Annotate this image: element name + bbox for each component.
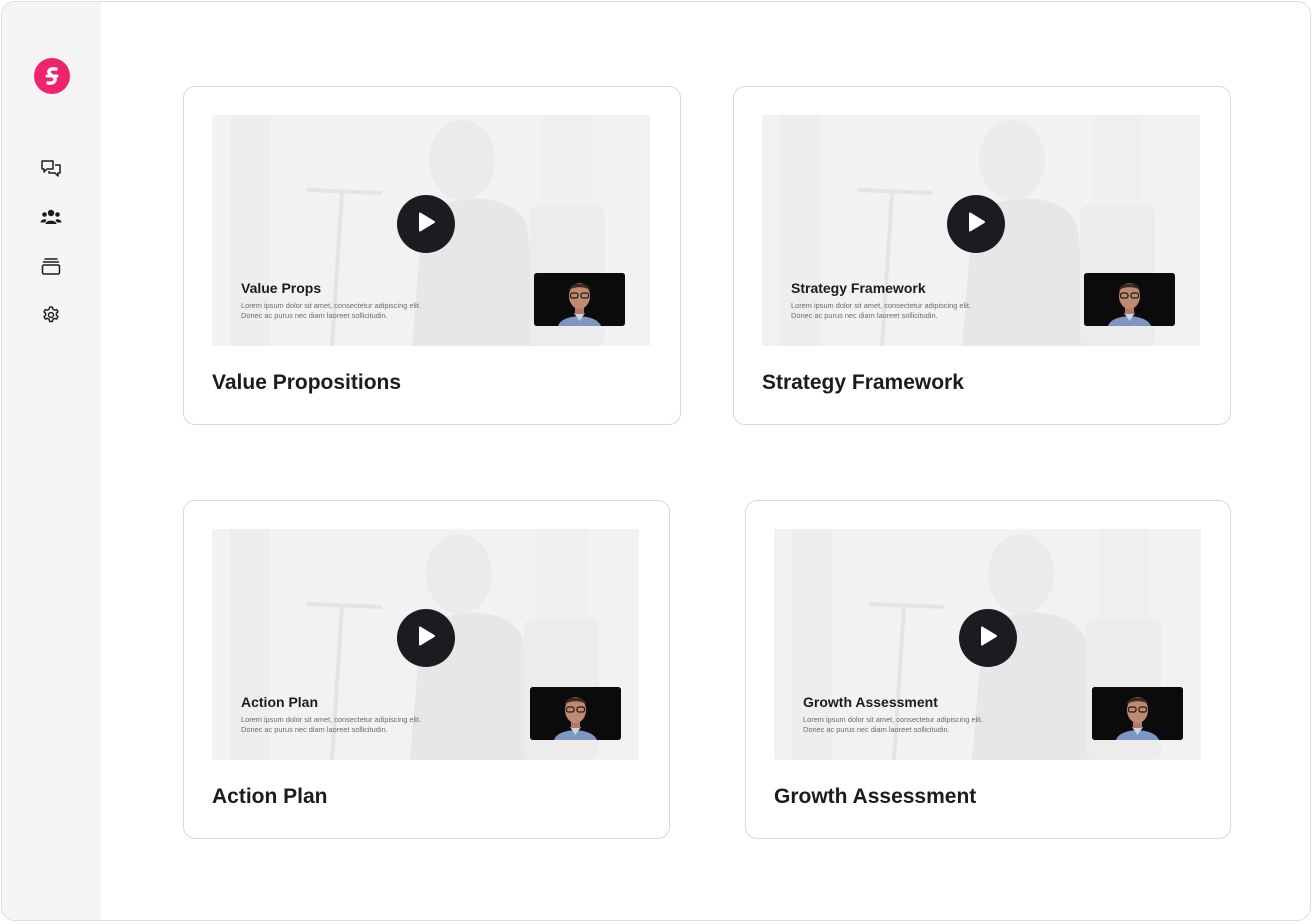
nav-item-chats[interactable] bbox=[39, 159, 63, 183]
play-icon bbox=[966, 211, 986, 238]
play-icon bbox=[416, 211, 436, 238]
video-card[interactable]: Value Props Lorem ipsum dolor sit amet, … bbox=[183, 86, 681, 425]
card-title[interactable]: Strategy Framework bbox=[762, 371, 964, 395]
gear-icon bbox=[41, 305, 61, 330]
card-title[interactable]: Value Propositions bbox=[212, 371, 401, 395]
presenter-video bbox=[534, 273, 625, 326]
stack-icon bbox=[41, 256, 61, 281]
play-icon bbox=[416, 625, 436, 652]
thumbnail-description: Lorem ipsum dolor sit amet, consectetur … bbox=[241, 301, 421, 320]
chat-icon bbox=[40, 159, 62, 184]
thumbnail-title: Strategy Framework bbox=[791, 280, 926, 296]
play-button[interactable] bbox=[397, 609, 455, 667]
card-title[interactable]: Growth Assessment bbox=[774, 785, 976, 809]
play-button[interactable] bbox=[397, 195, 455, 253]
presenter-video bbox=[530, 687, 621, 740]
thumbnail-title: Value Props bbox=[241, 280, 322, 296]
users-icon bbox=[40, 208, 62, 231]
nav-item-people[interactable] bbox=[39, 207, 63, 231]
thumbnail-description: Lorem ipsum dolor sit amet, consectetur … bbox=[241, 715, 421, 734]
thumbnail-description: Lorem ipsum dolor sit amet, consectetur … bbox=[803, 715, 983, 734]
nav-item-settings[interactable] bbox=[39, 305, 63, 329]
card-title[interactable]: Action Plan bbox=[212, 785, 328, 809]
video-card[interactable]: Strategy Framework Lorem ipsum dolor sit… bbox=[733, 86, 1231, 425]
video-thumbnail[interactable]: Strategy Framework Lorem ipsum dolor sit… bbox=[762, 115, 1200, 346]
presenter-video bbox=[1092, 687, 1183, 740]
presenter-video bbox=[1084, 273, 1175, 326]
play-button[interactable] bbox=[959, 609, 1017, 667]
thumbnail-description: Lorem ipsum dolor sit amet, consectetur … bbox=[791, 301, 971, 320]
play-button[interactable] bbox=[947, 195, 1005, 253]
play-icon bbox=[978, 625, 998, 652]
video-card[interactable]: Action Plan Lorem ipsum dolor sit amet, … bbox=[183, 500, 670, 839]
video-card[interactable]: Growth Assessment Lorem ipsum dolor sit … bbox=[745, 500, 1231, 839]
brand-logo-icon[interactable] bbox=[34, 58, 70, 94]
video-thumbnail[interactable]: Action Plan Lorem ipsum dolor sit amet, … bbox=[212, 529, 639, 760]
sidebar bbox=[2, 2, 101, 920]
video-thumbnail[interactable]: Value Props Lorem ipsum dolor sit amet, … bbox=[212, 115, 650, 346]
nav-item-library[interactable] bbox=[39, 256, 63, 280]
app-window: Value Props Lorem ipsum dolor sit amet, … bbox=[1, 1, 1311, 921]
thumbnail-title: Action Plan bbox=[241, 694, 319, 710]
thumbnail-title: Growth Assessment bbox=[803, 694, 938, 710]
video-thumbnail[interactable]: Growth Assessment Lorem ipsum dolor sit … bbox=[774, 529, 1201, 760]
